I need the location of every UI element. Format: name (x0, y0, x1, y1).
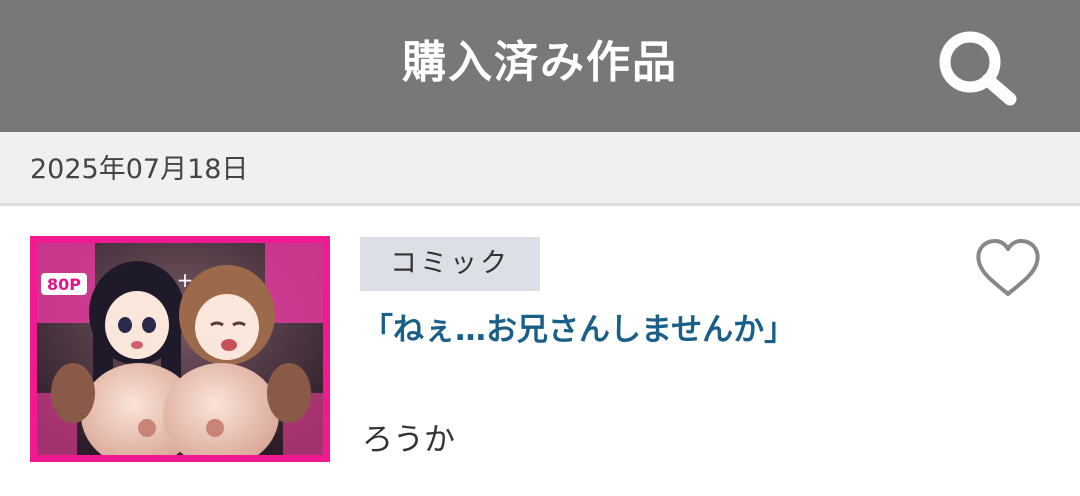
purchase-date: 2025年07月18日 (30, 154, 249, 185)
favorite-button[interactable] (972, 236, 1044, 300)
thumbnail-mark: + (177, 268, 194, 292)
work-thumbnail[interactable]: 80P + (30, 236, 330, 462)
heart-outline-icon (976, 239, 1040, 296)
list-item[interactable]: 80P + コミック 「ねぇ…お兄さんしませんか」 ろうか (0, 206, 1080, 496)
work-title-link[interactable]: 「ねぇ…お兄さんしませんか」 (362, 308, 942, 352)
page-title: 購入済み作品 (402, 37, 678, 88)
circle-name-link[interactable]: ろうか (362, 418, 455, 462)
search-icon (939, 31, 1017, 106)
thumbnail-illustration: 80P + (37, 243, 323, 455)
date-group-header: 2025年07月18日 (0, 132, 1080, 206)
search-button[interactable] (926, 22, 1026, 112)
app-header: 購入済み作品 (0, 0, 1080, 132)
thumbnail-page-badge: 80P (47, 275, 81, 294)
category-badge: コミック (360, 237, 540, 291)
